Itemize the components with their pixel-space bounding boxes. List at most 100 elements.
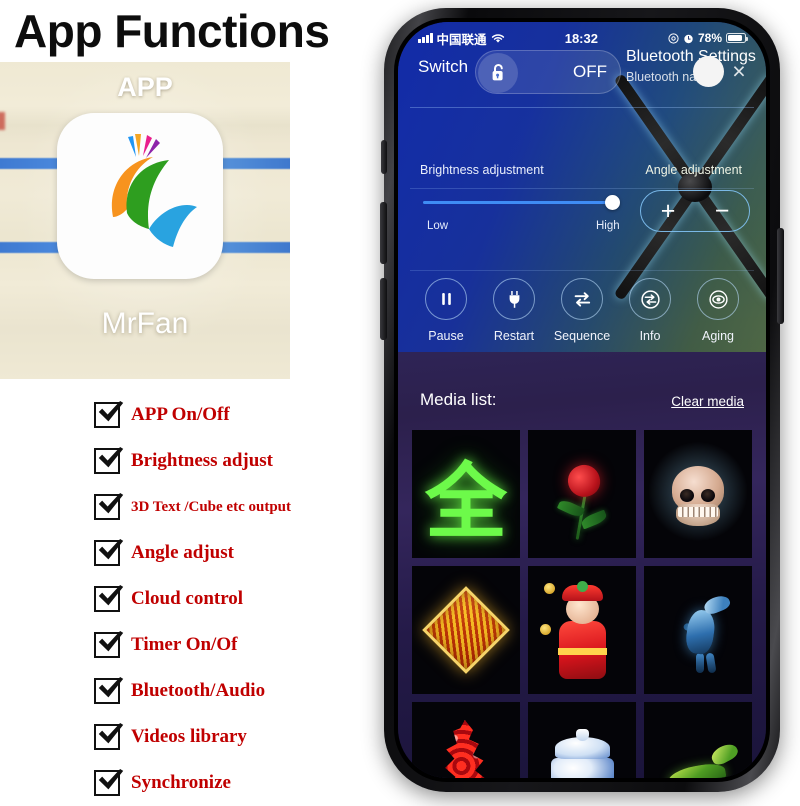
child-belt <box>558 648 607 655</box>
list-item[interactable]: APP On/Off <box>94 392 394 438</box>
list-item-label: Synchronize <box>131 772 231 794</box>
teacup-body <box>551 758 614 778</box>
list-item-label: Bluetooth/Audio <box>131 680 265 702</box>
gold-coin <box>544 583 555 594</box>
mrfan-app-icon[interactable] <box>57 113 223 279</box>
list-item-label: 3D Text /Cube etc output <box>131 499 291 516</box>
checkbox-icon[interactable] <box>94 402 120 428</box>
control-button-sequence[interactable]: Sequence <box>548 278 616 343</box>
teacup-knob <box>576 729 589 741</box>
list-item[interactable]: Timer On/Of <box>94 622 394 668</box>
power-plug-icon[interactable] <box>493 278 535 320</box>
eye-glyph <box>708 289 729 310</box>
mrfan-logo-icon <box>57 113 223 279</box>
pause-glyph <box>439 291 454 307</box>
list-item[interactable]: 3D Text /Cube etc output <box>94 484 394 530</box>
list-item-label: Videos library <box>131 726 247 748</box>
clear-media-link[interactable]: Clear media <box>671 394 744 409</box>
thumb-art <box>644 566 752 694</box>
checkbox-icon[interactable] <box>94 632 120 658</box>
list-item[interactable]: Bluetooth/Audio <box>94 668 394 714</box>
brightness-slider[interactable] <box>423 201 618 204</box>
chinese-character-quan-thumbnail[interactable]: 全 <box>412 430 520 558</box>
avatar[interactable] <box>693 56 724 87</box>
list-item-label: Timer On/Of <box>131 634 237 656</box>
golden-cube <box>422 586 510 674</box>
divider <box>410 270 754 271</box>
pause-icon[interactable] <box>425 278 467 320</box>
angle-increase-button[interactable]: + <box>641 191 695 231</box>
wifi-icon <box>491 33 505 44</box>
checkbox-icon[interactable] <box>94 770 120 796</box>
silent-switch-button[interactable] <box>381 140 387 174</box>
circular-sync-icon[interactable] <box>629 278 671 320</box>
carrier-name: 中国联通 <box>437 29 487 48</box>
power-button[interactable] <box>777 228 784 324</box>
swap-glyph <box>573 291 592 308</box>
checkbox-icon[interactable] <box>94 586 120 612</box>
plug-glyph <box>506 290 523 309</box>
swap-arrows-icon[interactable] <box>561 278 603 320</box>
page-title: App Functions <box>14 4 329 58</box>
checkbox-icon[interactable] <box>94 724 120 750</box>
checkbox-icon[interactable] <box>94 540 120 566</box>
thumb-art <box>644 430 752 558</box>
left-panel: App Functions APP MrFan <box>0 0 400 800</box>
status-time: 18:32 <box>565 31 598 46</box>
lizard-head <box>709 740 740 767</box>
list-item[interactable]: Cloud control <box>94 576 394 622</box>
list-item[interactable]: Angle adjust <box>94 530 394 576</box>
thumb-art <box>412 702 520 778</box>
checkbox-icon[interactable] <box>94 448 120 474</box>
red-rose-thumbnail[interactable] <box>528 430 636 558</box>
control-button-aging[interactable]: Aging <box>684 278 752 343</box>
close-icon[interactable]: × <box>726 58 752 84</box>
green-lizard-thumbnail[interactable] <box>644 702 752 778</box>
skull-thumbnail[interactable] <box>644 430 752 558</box>
angle-decrease-button[interactable]: − <box>695 191 749 231</box>
control-buttons-row: Pause Restart <box>398 278 766 343</box>
alarm-icon <box>683 33 694 44</box>
media-list-title: Media list: <box>420 390 497 410</box>
thumb-art <box>644 702 752 778</box>
list-item[interactable]: Synchronize <box>94 760 394 806</box>
coral-sculpture <box>437 720 495 778</box>
red-coral-thumbnail[interactable] <box>412 702 520 778</box>
control-button-restart[interactable]: Restart <box>480 278 548 343</box>
power-switch-toggle[interactable]: OFF <box>475 50 621 94</box>
eye-icon[interactable] <box>697 278 739 320</box>
checkbox-icon[interactable] <box>94 678 120 704</box>
unlocked-padlock-icon[interactable] <box>478 53 518 93</box>
feature-checklist: APP On/Off Brightness adjust 3D Text /Cu… <box>94 392 394 806</box>
switch-state-label: OFF <box>573 62 607 82</box>
list-item[interactable]: Brightness adjust <box>94 438 394 484</box>
volume-down-button[interactable] <box>380 278 387 340</box>
battery-percent: 78% <box>698 31 722 45</box>
angle-label: Angle adjustment <box>645 163 742 177</box>
rose-leaf <box>580 510 608 530</box>
thumb-art <box>528 430 636 558</box>
angle-stepper[interactable]: + − <box>640 190 750 232</box>
brightness-label: Brightness adjustment <box>420 163 544 177</box>
volume-up-button[interactable] <box>380 202 387 264</box>
sync-glyph <box>640 289 661 310</box>
status-bar: 中国联通 18:32 <box>398 28 766 48</box>
control-button-pause[interactable]: Pause <box>412 278 480 343</box>
brightness-slider-handle[interactable] <box>605 195 620 210</box>
porcelain-teacup-thumbnail[interactable] <box>528 702 636 778</box>
divider <box>410 188 754 189</box>
checkbox-icon[interactable] <box>94 494 120 520</box>
list-item[interactable]: Videos library <box>94 714 394 760</box>
dino-body <box>684 608 717 655</box>
dino-head <box>703 592 733 616</box>
phone-screen: 中国联通 18:32 <box>398 22 766 778</box>
control-button-info[interactable]: Info <box>616 278 684 343</box>
thumb-art <box>412 566 520 694</box>
chinese-child-thumbnail[interactable] <box>528 566 636 694</box>
golden-cube-thumbnail[interactable] <box>412 566 520 694</box>
blue-dinosaur-thumbnail[interactable] <box>644 566 752 694</box>
han-character: 全 <box>412 430 520 558</box>
battery-icon <box>726 33 746 43</box>
brightness-low-label: Low <box>427 220 448 232</box>
rose-bloom <box>564 461 604 501</box>
